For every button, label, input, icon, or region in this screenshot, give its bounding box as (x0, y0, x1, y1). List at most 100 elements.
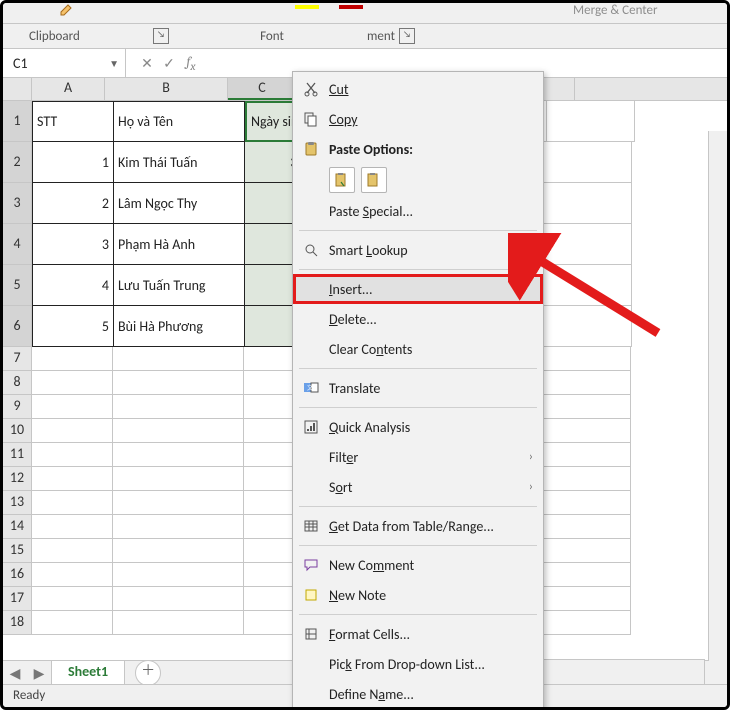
row-header[interactable]: 10 (3, 419, 32, 443)
cell[interactable] (32, 371, 113, 395)
cell[interactable]: STT (32, 101, 114, 142)
cell[interactable] (543, 371, 631, 395)
row-header[interactable]: 16 (3, 563, 32, 587)
name-box-dropdown-icon[interactable]: ▼ (109, 57, 119, 70)
menu-cut[interactable]: Cut (293, 74, 543, 104)
menu-clear-contents[interactable]: Clear Contents (293, 334, 543, 364)
cell[interactable] (32, 587, 113, 611)
menu-new-comment[interactable]: New Comment (293, 550, 543, 580)
menu-sort[interactable]: Sort › (293, 472, 543, 502)
paste-default-icon[interactable] (329, 167, 355, 193)
menu-insert[interactable]: Insert... (293, 274, 543, 304)
cell[interactable] (113, 467, 244, 491)
cancel-entry-icon[interactable]: ✕ (136, 55, 158, 72)
cell[interactable] (543, 491, 631, 515)
row-header[interactable]: 9 (3, 395, 32, 419)
menu-format-cells[interactable]: Format Cells... (293, 619, 543, 649)
cell[interactable] (113, 491, 244, 515)
menu-filter[interactable]: Filter › (293, 442, 543, 472)
cell[interactable]: Kim Thái Tuấn (114, 142, 245, 183)
font-color-swatch[interactable] (339, 5, 363, 9)
clipboard-launcher-icon[interactable]: ↘ (153, 28, 169, 44)
merge-center-label[interactable]: Merge & Center (573, 3, 658, 18)
select-all-corner[interactable] (3, 78, 32, 100)
row-header[interactable]: 14 (3, 515, 32, 539)
cell[interactable] (32, 467, 113, 491)
cell[interactable] (32, 491, 113, 515)
cell[interactable] (113, 443, 244, 467)
column-header-b[interactable]: B (105, 78, 228, 100)
menu-translate[interactable]: 文 Translate (293, 373, 543, 403)
cell[interactable]: Phạm Hà Anh (114, 224, 245, 265)
row-header[interactable]: 3 (3, 183, 32, 224)
cell[interactable] (32, 419, 113, 443)
cell[interactable] (543, 563, 631, 587)
menu-pick-list[interactable]: Pick From Drop-down List... (293, 649, 543, 679)
cell[interactable] (543, 515, 631, 539)
row-header[interactable]: 17 (3, 587, 32, 611)
add-sheet-button[interactable]: ＋ (135, 660, 161, 686)
cell[interactable]: 4 (32, 265, 114, 306)
menu-smart-lookup[interactable]: Smart Lookup (293, 235, 543, 265)
insert-function-icon[interactable]: fx (180, 53, 202, 73)
row-header[interactable]: 6 (3, 306, 32, 347)
tab-next-icon[interactable]: ▶ (27, 665, 51, 682)
cell[interactable] (543, 587, 631, 611)
alignment-launcher-icon[interactable]: ↘ (399, 28, 415, 44)
column-header-c[interactable]: C (228, 78, 297, 100)
cell[interactable]: 1 (32, 142, 114, 183)
cell[interactable] (113, 515, 244, 539)
cell[interactable]: 2 (32, 183, 114, 224)
cell[interactable] (32, 539, 113, 563)
cell[interactable] (32, 515, 113, 539)
format-painter-icon[interactable] (59, 3, 77, 17)
row-header[interactable]: 4 (3, 224, 32, 265)
cell[interactable] (543, 539, 631, 563)
cell[interactable] (32, 563, 113, 587)
cell[interactable] (32, 611, 113, 635)
menu-paste-special[interactable]: Paste Special... (293, 196, 543, 226)
tab-prev-icon[interactable]: ◀ (3, 665, 27, 682)
cell[interactable] (543, 611, 631, 635)
cell[interactable] (544, 183, 632, 224)
row-header[interactable]: 12 (3, 467, 32, 491)
row-header[interactable]: 13 (3, 491, 32, 515)
cell[interactable] (543, 467, 631, 491)
menu-get-data[interactable]: Get Data from Table/Range... (293, 511, 543, 541)
menu-copy[interactable]: Copy (293, 104, 543, 134)
sheet-tab-active[interactable]: Sheet1 (51, 660, 125, 687)
row-header[interactable]: 8 (3, 371, 32, 395)
confirm-entry-icon[interactable]: ✓ (158, 55, 180, 72)
row-header[interactable]: 2 (3, 142, 32, 183)
cell[interactable]: 5 (32, 306, 114, 347)
cell[interactable] (32, 347, 113, 371)
row-header[interactable]: 15 (3, 539, 32, 563)
cell[interactable]: Bùi Hà Phương (114, 306, 245, 347)
cell[interactable] (113, 563, 244, 587)
row-header[interactable]: 1 (3, 101, 32, 142)
menu-new-note[interactable]: New Note (293, 580, 543, 610)
cell[interactable] (543, 419, 631, 443)
menu-define-name[interactable]: Define Name... (293, 679, 543, 709)
paste-values-icon[interactable] (361, 167, 387, 193)
scrollbar-vertical[interactable] (708, 131, 727, 661)
menu-quick-analysis[interactable]: Quick Analysis (293, 412, 543, 442)
cell[interactable]: 3 (32, 224, 114, 265)
cell[interactable] (113, 419, 244, 443)
row-header[interactable]: 7 (3, 347, 32, 371)
row-header[interactable]: 11 (3, 443, 32, 467)
fill-color-swatch[interactable] (295, 5, 319, 9)
cell[interactable] (543, 443, 631, 467)
cell[interactable] (113, 371, 244, 395)
cell[interactable] (544, 142, 632, 183)
name-box[interactable]: C1 ▼ (3, 49, 126, 77)
cell[interactable] (113, 539, 244, 563)
cell[interactable]: Lưu Tuấn Trung (114, 265, 245, 306)
row-header[interactable]: 5 (3, 265, 32, 306)
cell[interactable] (113, 347, 244, 371)
cell[interactable] (113, 611, 244, 635)
cell[interactable] (113, 587, 244, 611)
cell[interactable] (547, 101, 635, 142)
column-header-a[interactable]: A (32, 78, 105, 100)
cell[interactable]: Lâm Ngọc Thy (114, 183, 245, 224)
